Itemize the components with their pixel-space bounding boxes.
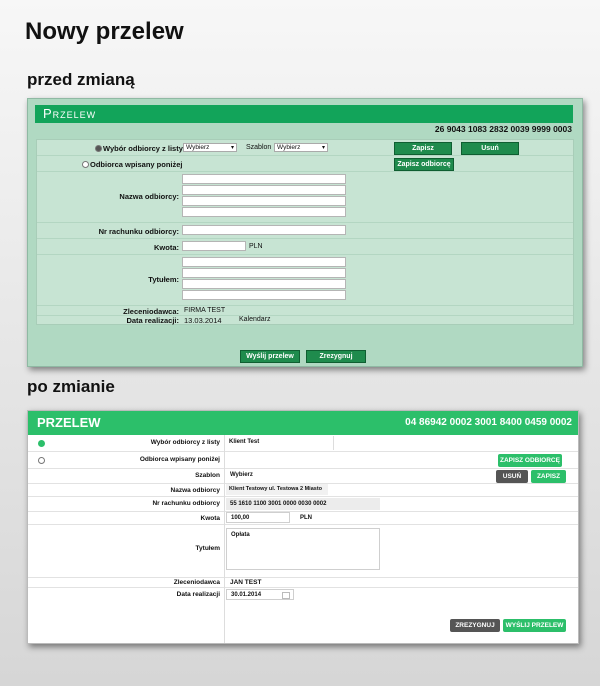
page-title: Nowy przelew xyxy=(25,18,184,45)
new-account-field[interactable]: 55 1610 1100 3001 0000 0030 0002 xyxy=(226,498,380,510)
old-row-amount: Kwota: PLN xyxy=(37,239,573,255)
new-recipient-select[interactable]: Klient Test xyxy=(226,436,334,450)
new-transfer-form: PRZELEW 04 86942 0002 3001 8400 0459 000… xyxy=(27,410,579,644)
old-radio-manual[interactable] xyxy=(82,161,89,168)
old-delete-button[interactable]: Usuń xyxy=(461,142,519,155)
old-save-recipient-button[interactable]: Zapisz odbiorcę xyxy=(394,158,454,171)
new-cancel-button[interactable]: ZREZYGNUJ xyxy=(450,619,500,632)
old-row-orderer: Zleceniodawca: FIRMA TEST xyxy=(37,306,573,316)
new-currency: PLN xyxy=(300,515,312,521)
new-amount-field[interactable]: 100,00 xyxy=(226,512,290,523)
new-account-number: 04 86942 0002 3001 8400 0459 0002 xyxy=(405,417,572,428)
old-radio-list-label: Wybór odbiorcy z listy xyxy=(103,144,183,153)
old-orderer-value: FIRMA TEST xyxy=(184,307,226,314)
old-radio-list[interactable] xyxy=(95,145,102,152)
old-send-button[interactable]: Wyślij przelew xyxy=(240,350,300,363)
old-account-label: Nr rachunku odbiorcy: xyxy=(98,227,179,236)
new-save-button[interactable]: ZAPISZ xyxy=(531,470,566,483)
old-template-select[interactable]: Wybierz xyxy=(274,143,328,152)
new-date-value: 30.01.2014 xyxy=(231,592,262,598)
new-account-value: 55 1610 1100 3001 0000 0030 0002 xyxy=(230,501,327,507)
old-name-line-3[interactable] xyxy=(182,196,346,206)
old-date-value[interactable]: 13.03.2014 xyxy=(184,316,222,325)
old-form-title: Przelew xyxy=(35,105,573,123)
old-template-label: Szablon xyxy=(246,144,272,151)
new-label-column xyxy=(28,435,225,643)
old-transfer-form: Przelew 26 9043 1083 2832 0039 9999 0003… xyxy=(27,98,583,367)
old-account-number: 26 9043 1083 2832 0039 9999 0003 xyxy=(434,124,572,134)
new-form-title: PRZELEW xyxy=(37,415,101,430)
new-date-field[interactable]: 30.01.2014 xyxy=(226,589,294,600)
old-save-button[interactable]: Zapisz xyxy=(394,142,452,155)
old-title-label: Tytułem: xyxy=(148,275,179,284)
old-currency: PLN xyxy=(249,243,263,250)
old-name-line-4[interactable] xyxy=(182,207,346,217)
new-form-header: PRZELEW 04 86942 0002 3001 8400 0459 000… xyxy=(28,411,578,435)
old-row-name: Nazwa odbiorcy: xyxy=(37,172,573,223)
old-title-line-4[interactable] xyxy=(182,290,346,300)
old-row-list: Wybór odbiorcy z listy Wybierz Szablon W… xyxy=(37,140,573,156)
new-save-recipient-button[interactable]: ZAPISZ ODBIORCĘ xyxy=(498,454,562,467)
old-row-title: Tytułem: xyxy=(37,255,573,306)
old-date-label: Data realizacji: xyxy=(126,316,179,325)
before-heading: przed zmianą xyxy=(27,70,135,89)
new-template-select[interactable]: Wybierz xyxy=(230,472,253,478)
old-orderer-label: Zleceniodawca: xyxy=(123,307,179,316)
old-title-line-2[interactable] xyxy=(182,268,346,278)
calendar-icon[interactable] xyxy=(282,592,290,599)
old-name-line-1[interactable] xyxy=(182,174,346,184)
new-recipient-select-value: Klient Test xyxy=(229,439,260,445)
new-title-value: Opłata xyxy=(231,532,250,538)
old-row-date: Data realizacji: 13.03.2014 Kalendarz xyxy=(37,316,573,325)
new-title-textarea[interactable]: Opłata xyxy=(226,528,380,570)
old-account-input[interactable] xyxy=(182,225,346,235)
old-radio-manual-label: Odbiorca wpisany poniżej xyxy=(90,160,183,169)
old-form-grid: Wybór odbiorcy z listy Wybierz Szablon W… xyxy=(36,139,574,325)
new-amount-value: 100,00 xyxy=(231,515,250,521)
old-row-manual: Odbiorca wpisany poniżej Zapisz odbiorcę xyxy=(37,156,573,172)
old-recipient-select[interactable]: Wybierz xyxy=(183,143,237,152)
new-orderer-value: JAN TEST xyxy=(230,579,262,586)
old-title-line-1[interactable] xyxy=(182,257,346,267)
old-amount-label: Kwota: xyxy=(154,243,179,252)
old-amount-input[interactable] xyxy=(182,241,246,251)
old-row-account: Nr rachunku odbiorcy: xyxy=(37,223,573,239)
old-title-line-3[interactable] xyxy=(182,279,346,289)
old-calendar-link[interactable]: Kalendarz xyxy=(239,316,271,323)
old-cancel-button[interactable]: Zrezygnuj xyxy=(306,350,366,363)
after-heading: po zmianie xyxy=(27,377,115,396)
old-name-line-2[interactable] xyxy=(182,185,346,195)
new-delete-button[interactable]: USUŃ xyxy=(496,470,528,483)
new-send-button[interactable]: WYŚLIJ PRZELEW xyxy=(503,619,566,632)
new-recipient-name-value: Klient Testowy ul. Testowa 2 Miasto xyxy=(229,486,323,492)
new-recipient-name-field[interactable]: Klient Testowy ul. Testowa 2 Miasto xyxy=(226,484,328,495)
old-recipient-name-label: Nazwa odbiorcy: xyxy=(119,192,179,201)
